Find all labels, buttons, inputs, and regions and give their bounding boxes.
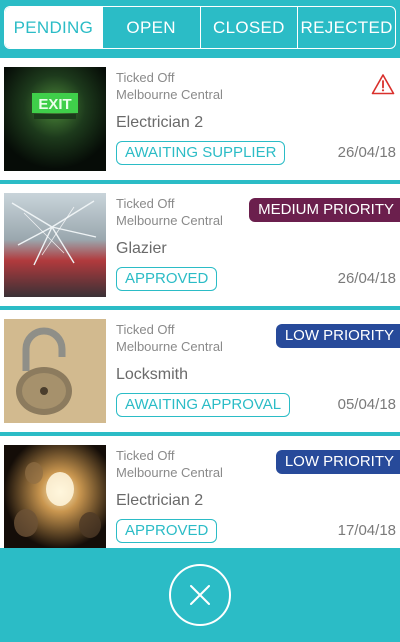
trade-name: Locksmith bbox=[116, 366, 189, 383]
trade-name: Electrician 2 bbox=[116, 114, 204, 131]
trade-name: Glazier bbox=[116, 240, 167, 257]
close-icon bbox=[190, 585, 210, 605]
tab-rejected[interactable]: REJECTED bbox=[297, 7, 395, 48]
job-date: 17/04/18 bbox=[337, 522, 396, 539]
site-location: Melbourne Central bbox=[116, 465, 223, 480]
job-list[interactable]: EXIT Ticked Off Melbourne Central Electr… bbox=[0, 58, 400, 548]
site-name: Ticked Off bbox=[116, 322, 175, 337]
status-badge: AWAITING SUPPLIER bbox=[116, 141, 286, 165]
tab-pending[interactable]: PENDING bbox=[5, 7, 102, 48]
bottom-bar bbox=[0, 548, 400, 642]
job-photo-light-bulbs bbox=[4, 445, 106, 548]
status-badge: APPROVED bbox=[116, 519, 218, 543]
trade-name: Electrician 2 bbox=[116, 492, 204, 509]
site-location: Melbourne Central bbox=[116, 339, 223, 354]
priority-badge: LOW PRIORITY bbox=[275, 450, 400, 474]
job-card[interactable]: Ticked Off Melbourne Central MEDIUM PRIO… bbox=[0, 184, 400, 306]
site-name: Ticked Off bbox=[116, 70, 175, 85]
job-card[interactable]: EXIT Ticked Off Melbourne Central Electr… bbox=[0, 58, 400, 180]
status-badge: AWAITING APPROVAL bbox=[116, 393, 291, 417]
job-card[interactable]: Ticked Off Melbourne Central LOW PRIORIT… bbox=[0, 436, 400, 548]
priority-badge: LOW PRIORITY bbox=[275, 324, 400, 348]
priority-badge: MEDIUM PRIORITY bbox=[249, 198, 400, 222]
job-card[interactable]: Ticked Off Melbourne Central LOW PRIORIT… bbox=[0, 310, 400, 432]
status-tab-bar: PENDING OPEN CLOSED REJECTED bbox=[4, 6, 396, 49]
job-photo-broken-glass bbox=[4, 193, 106, 297]
svg-text:EXIT: EXIT bbox=[38, 96, 71, 113]
top-bar: PENDING OPEN CLOSED REJECTED bbox=[0, 0, 400, 58]
close-button[interactable] bbox=[169, 564, 231, 626]
site-location: Melbourne Central bbox=[116, 87, 223, 102]
tab-open[interactable]: OPEN bbox=[101, 7, 200, 48]
job-photo-exit-sign: EXIT bbox=[4, 67, 106, 171]
job-date: 05/04/18 bbox=[337, 396, 396, 413]
site-location: Melbourne Central bbox=[116, 213, 223, 228]
status-badge: APPROVED bbox=[116, 267, 218, 291]
site-name: Ticked Off bbox=[116, 448, 175, 463]
job-date: 26/04/18 bbox=[337, 270, 396, 287]
tab-closed[interactable]: CLOSED bbox=[199, 7, 298, 48]
job-date: 26/04/18 bbox=[337, 144, 396, 161]
warning-triangle-icon bbox=[371, 74, 395, 95]
job-photo-padlock bbox=[4, 319, 106, 423]
site-name: Ticked Off bbox=[116, 196, 175, 211]
